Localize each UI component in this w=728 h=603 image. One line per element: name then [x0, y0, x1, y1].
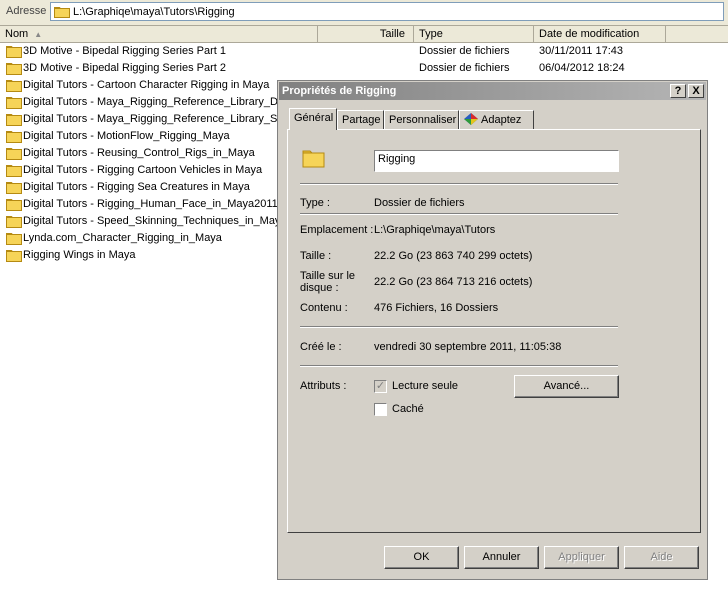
advanced-button[interactable]: Avancé... — [514, 375, 619, 398]
file-name: Digital Tutors - Reusing_Control_Rigs_in… — [23, 147, 255, 159]
file-name: Digital Tutors - Rigging Cartoon Vehicle… — [23, 164, 263, 176]
folder-icon — [6, 97, 22, 109]
address-input[interactable]: L:\Graphiqe\maya\Tutors\Rigging — [50, 2, 724, 21]
file-name: Digital Tutors - Maya_Rigging_Reference_… — [23, 96, 285, 108]
contents-label: Contenu : — [300, 302, 348, 314]
dialog-title: Propriétés de Rigging — [282, 85, 397, 97]
folder-icon — [6, 131, 22, 143]
column-header-name[interactable]: Nom ▲ — [0, 26, 318, 42]
tab-sharing[interactable]: Partage — [337, 110, 384, 129]
list-item[interactable]: 3D Motive - Bipedal Rigging Series Part … — [0, 60, 728, 77]
readonly-label: Lecture seule — [392, 380, 459, 392]
readonly-checkbox[interactable]: ✓ — [374, 380, 387, 393]
hidden-label: Caché — [392, 403, 424, 415]
location-label: Emplacement : — [300, 224, 374, 236]
file-date: 30/11/2011 17:43 — [539, 45, 624, 57]
file-name: Digital Tutors - MotionFlow_Rigging_Maya — [23, 130, 230, 142]
file-name: Rigging Wings in Maya — [23, 249, 136, 261]
file-date: 06/04/2012 18:24 — [539, 62, 625, 74]
location-value: L:\Graphiqe\maya\Tutors — [374, 224, 496, 236]
adaptez-icon — [464, 113, 478, 125]
folder-icon — [6, 199, 22, 211]
contents-value: 476 Fichiers, 16 Dossiers — [374, 302, 499, 314]
created-value: vendredi 30 septembre 2011, 11:05:38 — [374, 341, 562, 353]
folder-icon — [302, 150, 325, 168]
list-item[interactable]: 3D Motive - Bipedal Rigging Series Part … — [0, 43, 728, 60]
address-label: Adresse — [6, 5, 47, 17]
type-label: Type : — [300, 197, 330, 209]
column-header-date[interactable]: Date de modification — [534, 26, 666, 42]
file-list: 3D Motive - Bipedal Rigging Series Part … — [0, 43, 625, 603]
folder-icon — [6, 233, 22, 245]
close-title-button[interactable]: X — [688, 84, 704, 98]
cancel-button[interactable]: Annuler — [464, 546, 539, 569]
file-name: Digital Tutors - Rigging Sea Creatures i… — [23, 181, 250, 193]
properties-dialog: Propriétés de Rigging ? X Général Partag… — [277, 80, 708, 580]
file-name: 3D Motive - Bipedal Rigging Series Part … — [23, 62, 226, 74]
folder-icon — [6, 148, 22, 160]
disk-size-value: 22.2 Go (23 864 713 216 octets) — [374, 276, 533, 288]
address-path: L:\Graphiqe\maya\Tutors\Rigging — [73, 6, 235, 18]
address-bar: Adresse L:\Graphiqe\maya\Tutors\Rigging — [0, 0, 728, 26]
file-name: Digital Tutors - Rigging_Human_Face_in_M… — [23, 198, 278, 210]
folder-icon — [6, 250, 22, 262]
file-name: Lynda.com_Character_Rigging_in_Maya — [23, 232, 222, 244]
file-name: 3D Motive - Bipedal Rigging Series Part … — [23, 45, 226, 57]
type-value: Dossier de fichiers — [374, 197, 465, 209]
column-header-type[interactable]: Type — [414, 26, 534, 42]
tab-general[interactable]: Général — [289, 108, 337, 130]
file-type: Dossier de fichiers — [419, 62, 510, 74]
column-headers: Nom ▲ Taille Type Date de modification — [0, 26, 728, 43]
file-type: Dossier de fichiers — [419, 45, 510, 57]
separator — [300, 365, 618, 367]
size-label: Taille : — [300, 250, 332, 262]
help-button[interactable]: Aide — [624, 546, 699, 569]
tab-customize[interactable]: Personnaliser — [384, 110, 459, 129]
folder-icon — [6, 46, 22, 58]
folder-icon — [6, 63, 22, 75]
separator — [300, 326, 618, 328]
attributes-label: Attributs : — [300, 380, 347, 392]
folder-icon — [6, 80, 22, 92]
folder-icon — [6, 216, 22, 228]
folder-icon — [6, 114, 22, 126]
column-header-size[interactable]: Taille — [318, 26, 414, 42]
file-name: Digital Tutors - Maya_Rigging_Reference_… — [23, 113, 283, 125]
sort-ascending-icon: ▲ — [34, 30, 43, 39]
separator — [300, 183, 618, 185]
ok-button[interactable]: OK — [384, 546, 459, 569]
folder-icon — [6, 182, 22, 194]
disk-size-label: Taille sur le — [300, 270, 356, 282]
folder-icon — [6, 165, 22, 177]
dialog-titlebar[interactable]: Propriétés de Rigging ? X — [279, 82, 706, 100]
apply-button[interactable]: Appliquer — [544, 546, 619, 569]
folder-name-field[interactable]: Rigging — [374, 150, 619, 172]
tab-panel-general — [287, 129, 701, 533]
created-label: Créé le : — [300, 341, 342, 353]
file-name: Digital Tutors - Cartoon Character Riggi… — [23, 79, 270, 91]
file-name: Digital Tutors - Speed_Skinning_Techniqu… — [23, 215, 287, 227]
separator — [300, 213, 618, 215]
size-value: 22.2 Go (23 863 740 299 octets) — [374, 250, 533, 262]
folder-icon — [54, 7, 70, 18]
tab-adaptez[interactable]: Adaptez — [459, 110, 534, 129]
hidden-checkbox[interactable] — [374, 403, 387, 416]
help-title-button[interactable]: ? — [670, 84, 686, 98]
disk-size-label: disque : — [300, 282, 339, 294]
